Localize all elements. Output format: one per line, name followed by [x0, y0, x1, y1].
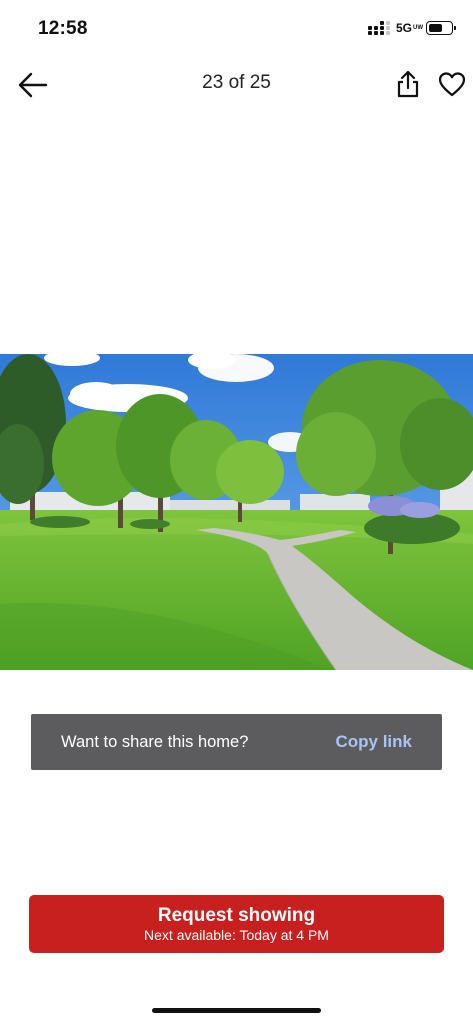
share-prompt: Want to share this home? [61, 732, 249, 751]
share-icon [397, 70, 419, 98]
battery-fill [429, 24, 442, 32]
listing-photo[interactable] [0, 354, 473, 670]
next-available-label: Next available: Today at 4 PM [144, 926, 329, 943]
battery-icon [426, 21, 456, 35]
home-indicator[interactable] [152, 1008, 321, 1013]
request-showing-button[interactable]: Request showing Next available: Today at… [29, 895, 444, 953]
signal-icon [367, 20, 390, 36]
request-showing-label: Request showing [157, 904, 316, 926]
heart-icon [438, 72, 466, 97]
screen: 12:58 5G UW 23 of 25 Want to share this … [0, 0, 473, 1024]
network-label: 5G [395, 21, 412, 35]
network-indicator: 5G UW [395, 21, 423, 35]
copy-link-button[interactable]: Copy link [335, 732, 412, 752]
share-banner: Want to share this home? Copy link [31, 714, 442, 770]
network-suffix: UW [413, 25, 423, 31]
landscape-image [0, 354, 473, 670]
favorite-button[interactable] [438, 71, 466, 99]
status-indicators: 5G UW [367, 20, 456, 36]
share-button[interactable] [394, 69, 422, 99]
status-time: 12:58 [38, 18, 88, 39]
